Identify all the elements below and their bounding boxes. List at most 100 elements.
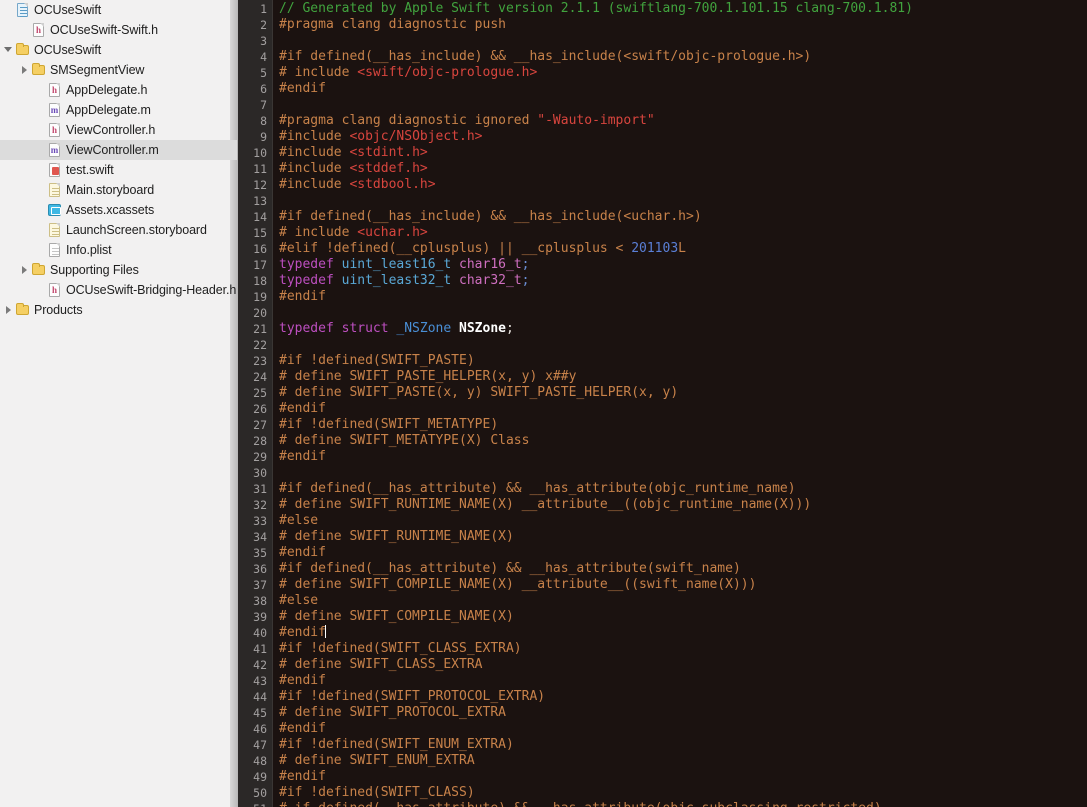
code-line[interactable]: #include <stdbool.h> <box>279 177 1087 193</box>
code-line[interactable]: #if !defined(SWIFT_METATYPE) <box>279 417 1087 433</box>
navigator-item-launchscreen-storyboard[interactable]: LaunchScreen.storyboard <box>0 220 237 240</box>
code-token: typedef struct <box>279 321 389 336</box>
code-line[interactable]: #endif <box>279 769 1087 785</box>
navigator-item-viewcontroller-m[interactable]: m ViewController.m <box>0 140 237 160</box>
line-number: 13 <box>253 194 267 208</box>
code-line[interactable]: #if defined(__has_include) && __has_incl… <box>279 209 1087 225</box>
code-line[interactable]: #else <box>279 513 1087 529</box>
code-token: #endif <box>279 721 326 736</box>
code-line[interactable]: # define SWIFT_ENUM_EXTRA <box>279 753 1087 769</box>
navigator-item-products[interactable]: Products <box>0 300 237 320</box>
code-line[interactable]: #if defined(__has_attribute) && __has_at… <box>279 481 1087 497</box>
navigator-item-appdelegate-h[interactable]: h AppDelegate.h <box>0 80 237 100</box>
code-line[interactable]: #endif <box>279 289 1087 305</box>
code-line[interactable]: #if !defined(SWIFT_CLASS) <box>279 785 1087 801</box>
line-number: 48 <box>253 754 267 768</box>
code-line[interactable] <box>279 465 1087 481</box>
navigator-item-label: ViewController.m <box>66 143 159 157</box>
code-line[interactable]: # define SWIFT_PROTOCOL_EXTRA <box>279 705 1087 721</box>
code-line[interactable]: #endif <box>279 673 1087 689</box>
code-line[interactable]: #endif <box>279 449 1087 465</box>
code-line[interactable]: # define SWIFT_CLASS_EXTRA <box>279 657 1087 673</box>
source-editor[interactable]: 1 2 3 4 5 6 7 8 9 10 11 12 13 14 15 16 17 18 19 20 21 22 23 24 2… <box>238 0 1087 807</box>
chevron-down-icon[interactable] <box>4 40 15 60</box>
code-line[interactable]: typedef struct _NSZone NSZone; <box>279 321 1087 337</box>
code-line[interactable] <box>279 193 1087 209</box>
code-token: # include <box>279 225 358 240</box>
line-number: 42 <box>253 658 267 672</box>
navigator-item-ocuseswift-bridging-header-h[interactable]: h OCUseSwift-Bridging-Header.h <box>0 280 237 300</box>
chevron-right-icon[interactable] <box>4 300 15 320</box>
chevron-right-icon[interactable] <box>20 260 31 280</box>
navigator-item-ocuseswift[interactable]: OCUseSwift <box>0 0 237 20</box>
code-line[interactable]: # define SWIFT_RUNTIME_NAME(X) <box>279 529 1087 545</box>
line-number: 34 <box>253 530 267 544</box>
code-line[interactable]: #pragma clang diagnostic push <box>279 17 1087 33</box>
code-line[interactable]: #endif <box>279 545 1087 561</box>
line-number: 2 <box>260 18 267 32</box>
navigator-item-supporting-files[interactable]: Supporting Files <box>0 260 237 280</box>
code-line[interactable] <box>279 337 1087 353</box>
chevron-right-icon[interactable] <box>20 60 31 80</box>
code-line[interactable]: # if defined(__has_attribute) && __has_a… <box>279 801 1087 807</box>
text-cursor <box>324 625 326 638</box>
code-line[interactable]: #if defined(__has_attribute) && __has_at… <box>279 561 1087 577</box>
code-token: 201103 <box>631 241 679 256</box>
navigator-item-ocuseswift-swift-h[interactable]: h OCUseSwift-Swift.h <box>0 20 237 40</box>
code-line[interactable]: #endif <box>279 401 1087 417</box>
code-line[interactable]: # define SWIFT_METATYPE(X) Class <box>279 433 1087 449</box>
code-line[interactable]: #elif !defined(__cplusplus) || __cpluspl… <box>279 241 1087 257</box>
code-line[interactable]: # define SWIFT_COMPILE_NAME(X) __attribu… <box>279 577 1087 593</box>
code-line[interactable] <box>279 33 1087 49</box>
code-line[interactable]: #if !defined(SWIFT_CLASS_EXTRA) <box>279 641 1087 657</box>
code-line[interactable]: #include <stddef.h> <box>279 161 1087 177</box>
line-number: 40 <box>253 626 267 640</box>
code-line[interactable]: #include <stdint.h> <box>279 145 1087 161</box>
code-line[interactable] <box>279 97 1087 113</box>
code-line[interactable]: # define SWIFT_PASTE(x, y) SWIFT_PASTE_H… <box>279 385 1087 401</box>
code-line[interactable]: # define SWIFT_COMPILE_NAME(X) <box>279 609 1087 625</box>
code-token: #endif <box>279 401 326 416</box>
navigator-item-ocuseswift[interactable]: OCUseSwift <box>0 40 237 60</box>
code-token: #if defined(__has_include) && __has_incl… <box>279 49 812 64</box>
navigator-item-smsegmentview[interactable]: SMSegmentView <box>0 60 237 80</box>
code-line[interactable]: # include <uchar.h> <box>279 225 1087 241</box>
navigator-item-test-swift[interactable]: test.swift <box>0 160 237 180</box>
code-line[interactable]: #if !defined(SWIFT_ENUM_EXTRA) <box>279 737 1087 753</box>
code-line[interactable]: // Generated by Apple Swift version 2.1.… <box>279 1 1087 17</box>
xcode-window: OCUseSwift h OCUseSwift-Swift.h OCUseSwift S… <box>0 0 1087 807</box>
header-file-icon: h <box>47 82 62 98</box>
code-token: uint_least32_t <box>341 273 452 288</box>
code-line[interactable]: #if !defined(SWIFT_PASTE) <box>279 353 1087 369</box>
line-number: 36 <box>253 562 267 576</box>
code-line[interactable]: #endif <box>279 81 1087 97</box>
code-line[interactable]: # define SWIFT_PASTE_HELPER(x, y) x##y <box>279 369 1087 385</box>
code-token: # define SWIFT_METATYPE(X) Class <box>279 433 530 448</box>
code-line[interactable]: # define SWIFT_RUNTIME_NAME(X) __attribu… <box>279 497 1087 513</box>
code-line[interactable]: #if defined(__has_include) && __has_incl… <box>279 49 1087 65</box>
line-number: 33 <box>253 514 267 528</box>
navigator-item-assets-xcassets[interactable]: Assets.xcassets <box>0 200 237 220</box>
navigator-item-main-storyboard[interactable]: Main.storyboard <box>0 180 237 200</box>
code-line[interactable]: typedef uint_least32_t char32_t; <box>279 273 1087 289</box>
line-number: 31 <box>253 482 267 496</box>
code-line[interactable]: #endif <box>279 625 1087 641</box>
navigator-item-appdelegate-m[interactable]: m AppDelegate.m <box>0 100 237 120</box>
code-line[interactable]: #endif <box>279 721 1087 737</box>
navigator-item-viewcontroller-h[interactable]: h ViewController.h <box>0 120 237 140</box>
code-line[interactable]: typedef uint_least16_t char16_t; <box>279 257 1087 273</box>
code-line[interactable] <box>279 305 1087 321</box>
code-token: <stdbool.h> <box>349 177 436 192</box>
navigator-item-info-plist[interactable]: Info.plist <box>0 240 237 260</box>
code-line[interactable]: #pragma clang diagnostic ignored "-Wauto… <box>279 113 1087 129</box>
code-content[interactable]: // Generated by Apple Swift version 2.1.… <box>273 0 1087 807</box>
code-line[interactable]: #if !defined(SWIFT_PROTOCOL_EXTRA) <box>279 689 1087 705</box>
code-line[interactable]: # include <swift/objc-prologue.h> <box>279 65 1087 81</box>
code-line[interactable]: #else <box>279 593 1087 609</box>
code-line[interactable]: #include <objc/NSObject.h> <box>279 129 1087 145</box>
project-navigator[interactable]: OCUseSwift h OCUseSwift-Swift.h OCUseSwift S… <box>0 0 238 807</box>
